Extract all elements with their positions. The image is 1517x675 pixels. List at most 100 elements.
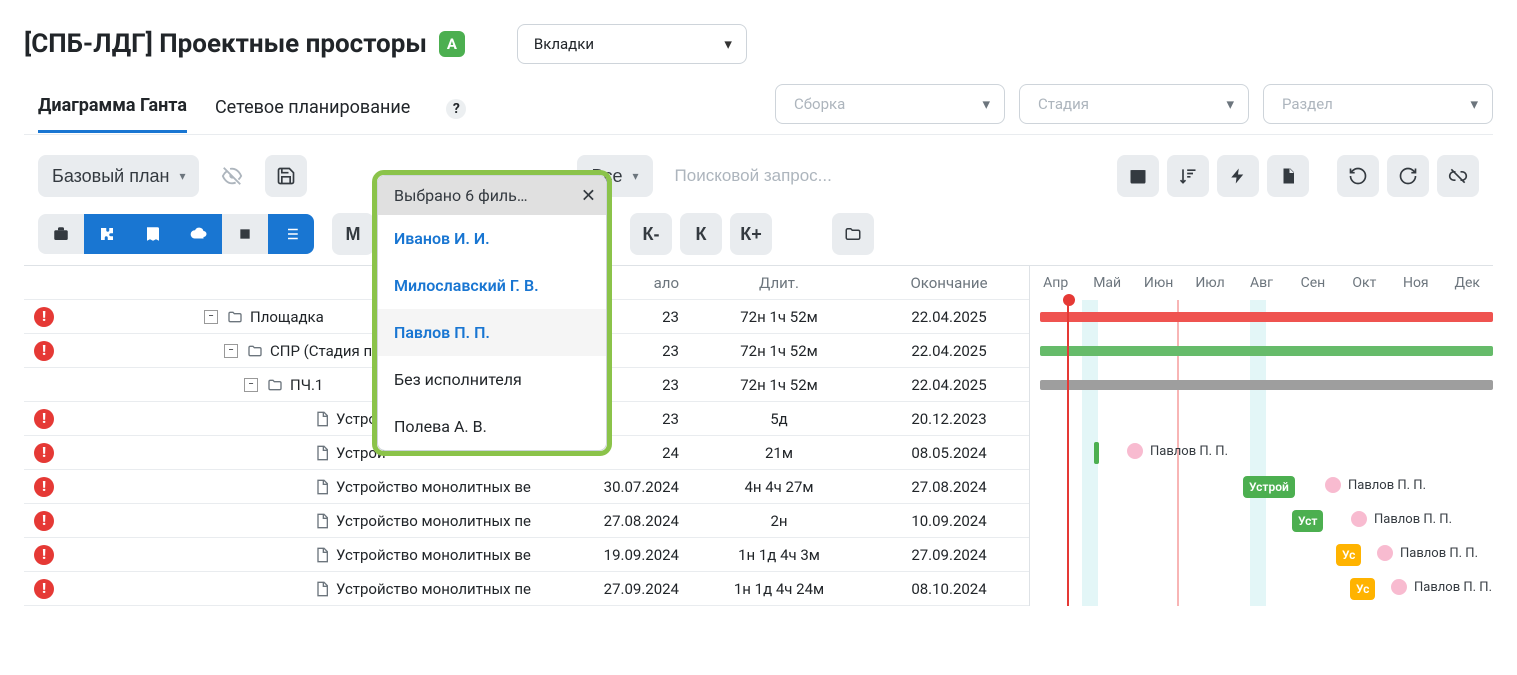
task-chip[interactable]: Устрой xyxy=(1243,476,1295,498)
zoom-m[interactable]: М xyxy=(332,213,374,255)
unlink-icon[interactable] xyxy=(1437,155,1479,197)
view-puzzle[interactable] xyxy=(84,214,130,254)
document-icon[interactable] xyxy=(1267,155,1309,197)
popover-list[interactable]: Иванов И. И.Милославский Г. В.Павлов П. … xyxy=(378,215,606,450)
save-icon[interactable] xyxy=(265,155,307,197)
summary-bar[interactable] xyxy=(1040,346,1493,356)
assignee-label: Павлов П. П. xyxy=(1324,476,1426,494)
filter-stage[interactable]: Стадия xyxy=(1019,84,1249,124)
file-icon xyxy=(314,444,330,462)
tabs-dropdown-label: Вкладки xyxy=(534,35,594,53)
table-row[interactable]: !Устройство монолитных пе27.08.20242н10.… xyxy=(24,504,1029,538)
task-name: Устройство монолитных ве xyxy=(336,546,531,564)
page-title: [СПБ-ЛДГ] Проектные просторы xyxy=(24,29,427,59)
task-name: Устройство монолитных пе xyxy=(336,580,531,598)
alert-icon: ! xyxy=(34,409,54,429)
view-cloud[interactable] xyxy=(176,214,222,254)
task-chip[interactable]: Ус xyxy=(1350,578,1375,600)
avatar-icon xyxy=(1390,578,1408,596)
assignee-label: Павлов П. П. xyxy=(1350,510,1452,528)
popover-header[interactable]: Выбрано 6 филь… ✕ xyxy=(378,176,606,215)
task-name: ПЧ.1 xyxy=(290,376,323,394)
popover-item[interactable]: Иванов И. И. xyxy=(378,215,606,262)
avatar-icon xyxy=(1376,544,1394,562)
folder-icon xyxy=(226,309,244,325)
task-bar[interactable] xyxy=(1094,442,1099,464)
zoom-in[interactable]: К+ xyxy=(730,213,772,255)
alert-icon: ! xyxy=(34,579,54,599)
table-row[interactable]: !Устройство монолитных ве19.09.20241н 1д… xyxy=(24,538,1029,572)
collapse-toggle[interactable]: − xyxy=(244,378,258,392)
popover-item[interactable]: Без исполнителя xyxy=(378,356,606,403)
alert-icon: ! xyxy=(34,545,54,565)
popover-item[interactable]: Милославский Г. В. xyxy=(378,262,606,309)
today-marker-icon xyxy=(1063,294,1075,306)
folder-icon[interactable] xyxy=(832,213,874,255)
alert-icon: ! xyxy=(34,341,54,361)
alert-icon: ! xyxy=(34,477,54,497)
calendar-icon[interactable] xyxy=(1117,155,1159,197)
file-icon xyxy=(314,512,330,530)
help-icon[interactable]: ? xyxy=(446,99,466,119)
zoom-k[interactable]: К xyxy=(680,213,722,255)
col-dur-header[interactable]: Длит. xyxy=(689,274,869,292)
status-badge: A xyxy=(439,31,465,57)
undo-icon[interactable] xyxy=(1337,155,1379,197)
col-end-header[interactable]: Окончание xyxy=(869,274,1029,292)
month-header[interactable]: Дек xyxy=(1442,275,1493,291)
file-icon xyxy=(314,478,330,496)
redo-icon[interactable] xyxy=(1387,155,1429,197)
filter-section[interactable]: Раздел xyxy=(1263,84,1493,124)
close-icon[interactable]: ✕ xyxy=(581,185,596,206)
alert-icon: ! xyxy=(34,443,54,463)
task-name: Площадка xyxy=(250,308,324,326)
assignee-label: Павлов П. П. xyxy=(1390,578,1492,596)
lightning-icon[interactable] xyxy=(1217,155,1259,197)
eye-off-icon[interactable] xyxy=(211,155,253,197)
filter-assembly[interactable]: Сборка xyxy=(775,84,1005,124)
today-line xyxy=(1067,300,1069,606)
collapse-toggle[interactable]: − xyxy=(224,344,238,358)
table-row[interactable]: !Устройство монолитных ве30.07.20244н 4ч… xyxy=(24,470,1029,504)
avatar-icon xyxy=(1324,476,1342,494)
alert-icon: ! xyxy=(34,511,54,531)
month-header[interactable]: Июн xyxy=(1133,275,1184,291)
popover-item[interactable]: Полева А. В. xyxy=(378,403,606,450)
search-input[interactable] xyxy=(665,155,1105,197)
avatar-icon xyxy=(1350,510,1368,528)
collapse-toggle[interactable]: − xyxy=(204,310,218,324)
file-icon xyxy=(314,546,330,564)
alert-icon: ! xyxy=(34,307,54,327)
view-square[interactable] xyxy=(222,214,268,254)
month-header[interactable]: Авг xyxy=(1236,275,1287,291)
month-header[interactable]: Ноя xyxy=(1390,275,1441,291)
table-row[interactable]: !Устройство монолитных пе27.09.20241н 1д… xyxy=(24,572,1029,606)
assignee-label: Павлов П. П. xyxy=(1126,442,1228,460)
month-header[interactable]: Апр xyxy=(1030,275,1081,291)
task-name: Устройство монолитных пе xyxy=(336,512,531,530)
tabs-dropdown[interactable]: Вкладки xyxy=(517,24,747,64)
month-header[interactable]: Май xyxy=(1081,275,1132,291)
month-header[interactable]: Окт xyxy=(1339,275,1390,291)
summary-bar[interactable] xyxy=(1040,380,1493,390)
folder-icon xyxy=(246,343,264,359)
assignee-filter-popover: Выбрано 6 филь… ✕ Иванов И. И.Милославск… xyxy=(372,170,612,456)
popover-item[interactable]: Павлов П. П. xyxy=(378,309,606,356)
tab-gantt[interactable]: Диаграмма Ганта xyxy=(38,85,187,133)
sort-icon[interactable] xyxy=(1167,155,1209,197)
file-icon xyxy=(314,410,330,428)
month-header[interactable]: Июл xyxy=(1184,275,1235,291)
month-header[interactable]: Сен xyxy=(1287,275,1338,291)
folder-icon xyxy=(266,377,284,393)
view-briefcase[interactable] xyxy=(38,214,84,254)
base-plan-button[interactable]: Базовый план▾ xyxy=(38,155,199,197)
view-list[interactable] xyxy=(268,214,314,254)
zoom-out[interactable]: К- xyxy=(630,213,672,255)
tab-network[interactable]: Сетевое планирование xyxy=(215,87,410,132)
view-book[interactable] xyxy=(130,214,176,254)
task-chip[interactable]: Уст xyxy=(1292,510,1323,532)
chevron-down-icon: ▾ xyxy=(179,169,185,183)
summary-bar[interactable] xyxy=(1040,312,1493,322)
task-name: Устройство монолитных ве xyxy=(336,478,531,496)
task-chip[interactable]: Ус xyxy=(1336,544,1361,566)
